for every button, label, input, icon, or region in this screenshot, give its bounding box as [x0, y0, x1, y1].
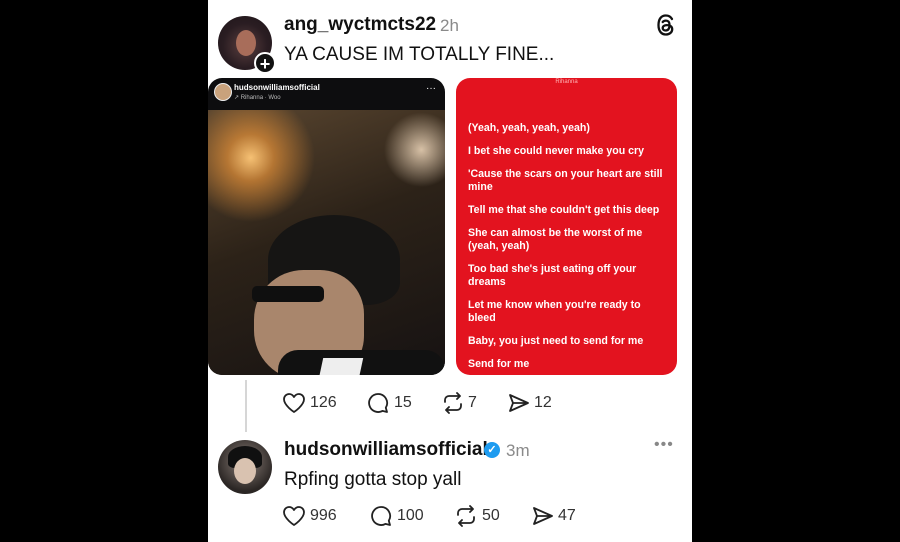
screenshot-avatar: [214, 83, 232, 101]
attached-image-lyrics[interactable]: Rihanna (Yeah, yeah, yeah, yeah) I bet s…: [456, 78, 677, 375]
heart-icon[interactable]: [282, 392, 306, 414]
lyrics-list: (Yeah, yeah, yeah, yeah) I bet she could…: [468, 122, 668, 375]
send-icon[interactable]: [532, 505, 554, 527]
lyric-line: Baby, you just need to send for me: [468, 335, 644, 347]
heart-icon[interactable]: [282, 505, 306, 527]
lyric-line: She can almost be the worst of me (yeah,…: [468, 227, 643, 252]
post-username[interactable]: ang_wyctmcts22: [284, 14, 436, 36]
follow-plus-button[interactable]: +: [254, 52, 276, 74]
screenshot-more-icon: ···: [426, 83, 436, 94]
send-icon[interactable]: [508, 392, 530, 414]
lyric-line: (Yeah, yeah, yeah, yeah): [468, 122, 590, 134]
reply-share-count: 47: [558, 507, 576, 524]
lyrics-artist: Rihanna: [555, 79, 578, 85]
attached-image-screenshot[interactable]: hudsonwilliamsofficial ↗ Rihanna · Woo ·…: [208, 78, 445, 375]
lyric-line: I bet she could never make you cry: [468, 145, 645, 157]
comment-icon[interactable]: [367, 392, 389, 414]
verified-badge-icon: ✓: [484, 442, 500, 458]
reply-timestamp: 3m: [506, 441, 530, 460]
comment-icon[interactable]: [370, 505, 392, 527]
threads-logo-icon[interactable]: [654, 12, 678, 38]
more-options-icon[interactable]: •••: [654, 436, 674, 454]
screenshot-photo: [208, 110, 445, 375]
threads-feed-card: + ang_wyctmcts22 2h YA CAUSE IM TOTALLY …: [208, 0, 692, 542]
reply-author-avatar[interactable]: [218, 440, 272, 494]
thread-connector-line: [245, 380, 247, 432]
screenshot-username: hudsonwilliamsofficial: [234, 83, 320, 92]
like-count: 126: [310, 394, 337, 411]
reply-count: 15: [394, 394, 412, 411]
reply-like-count: 996: [310, 507, 337, 524]
reply-repost-count: 50: [482, 507, 500, 524]
repost-count: 7: [468, 394, 477, 411]
screenshot-song-label: ↗ Rihanna · Woo: [234, 95, 281, 101]
repost-icon[interactable]: [441, 392, 465, 414]
post-text: YA CAUSE IM TOTALLY FINE...: [284, 44, 555, 65]
post-timestamp: 2h: [440, 16, 459, 35]
reply-text: Rpfing gotta stop yall: [284, 469, 462, 490]
lyric-line: 'Cause the scars on your heart are still…: [468, 168, 663, 193]
lyric-line: Too bad she's just eating off your dream…: [468, 263, 637, 288]
reply-reply-count: 100: [397, 507, 424, 524]
reply-username[interactable]: hudsonwilliamsofficial: [284, 439, 488, 461]
repost-icon[interactable]: [454, 505, 478, 527]
share-count: 12: [534, 394, 552, 411]
lyric-line: Let me know when you're ready to bleed: [468, 299, 641, 324]
lyric-line: Send for me: [468, 358, 530, 370]
lyric-line: Tell me that she couldn't get this deep: [468, 204, 660, 216]
